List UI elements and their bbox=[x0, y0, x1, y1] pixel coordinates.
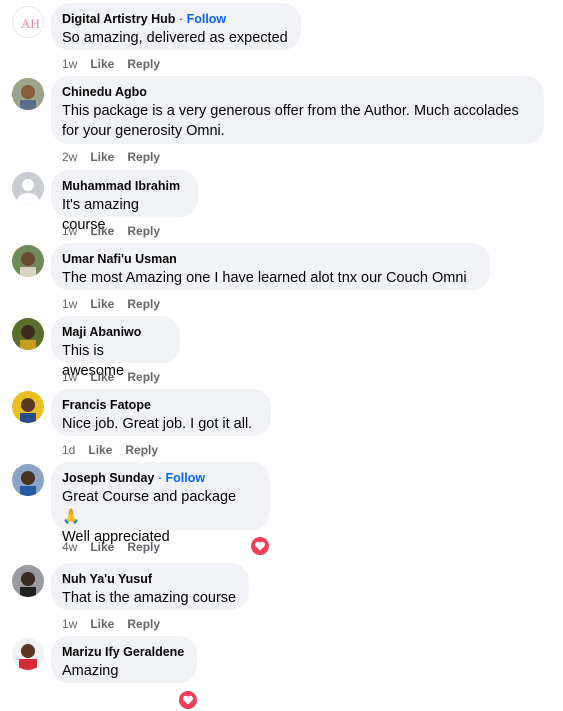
author-name[interactable]: Nuh Ya'u Yusuf bbox=[62, 572, 152, 586]
avatar[interactable] bbox=[12, 172, 44, 204]
profile-photo-icon bbox=[12, 638, 44, 670]
like-button[interactable]: Like bbox=[90, 150, 114, 164]
comment-text: That is the amazing course bbox=[62, 590, 237, 606]
profile-photo-icon bbox=[12, 391, 44, 423]
comment-bubble: Nuh Ya'u Yusuf That is the amazing cours… bbox=[51, 563, 249, 610]
heart-icon bbox=[183, 695, 193, 705]
author-name[interactable]: Muhammad Ibrahim bbox=[62, 179, 180, 193]
comment-bubble: Marizu Ify Geraldene Amazing bbox=[51, 636, 197, 683]
comment-bubble: Umar Nafi'u Usman The most Amazing one I… bbox=[51, 243, 490, 290]
author-name[interactable]: Umar Nafi'u Usman bbox=[62, 252, 177, 266]
timestamp[interactable]: 2w bbox=[62, 150, 77, 164]
reply-button[interactable]: Reply bbox=[127, 617, 160, 631]
comment-text: Great Course and package 🙏 bbox=[62, 489, 237, 525]
comment-bubble: Muhammad Ibrahim It's amazing course bbox=[51, 170, 198, 233]
reply-button[interactable]: Reply bbox=[127, 57, 160, 71]
comment-actions: 1w Like Reply bbox=[62, 223, 173, 239]
follow-button[interactable]: Follow bbox=[166, 471, 206, 485]
heart-reaction-icon[interactable] bbox=[177, 689, 199, 711]
follow-button[interactable]: Follow bbox=[187, 12, 227, 26]
comment-bubble: Digital Artistry Hub · Follow So amazing… bbox=[51, 3, 301, 50]
author-name[interactable]: Marizu Ify Geraldene bbox=[62, 645, 184, 659]
reply-button[interactable]: Reply bbox=[125, 443, 158, 457]
avatar[interactable] bbox=[12, 245, 44, 277]
default-avatar-icon bbox=[12, 172, 44, 204]
reply-button[interactable]: Reply bbox=[127, 540, 160, 554]
heart-icon bbox=[255, 541, 265, 551]
comment-text: This package is a very generous offer fr… bbox=[62, 103, 519, 119]
author-name[interactable]: Maji Abaniwo bbox=[62, 325, 141, 339]
author-name[interactable]: Chinedu Agbo bbox=[62, 85, 147, 99]
like-button[interactable]: Like bbox=[90, 370, 114, 384]
comment-bubble: Maji Abaniwo This is awesome bbox=[51, 316, 180, 379]
avatar[interactable]: AH bbox=[12, 6, 44, 38]
avatar[interactable] bbox=[12, 391, 44, 423]
comment-actions: 1w Like Reply bbox=[62, 296, 173, 312]
profile-photo-icon bbox=[12, 464, 44, 496]
profile-photo-icon bbox=[12, 318, 44, 350]
author-name[interactable]: Joseph Sunday bbox=[62, 471, 154, 485]
timestamp[interactable]: 1w bbox=[62, 57, 77, 71]
comment-text-line-2: for your generosity Omni. bbox=[62, 123, 225, 139]
reply-button[interactable]: Reply bbox=[127, 224, 160, 238]
timestamp[interactable]: 1w bbox=[62, 370, 77, 384]
like-button[interactable]: Like bbox=[90, 617, 114, 631]
svg-text:AH: AH bbox=[21, 16, 40, 31]
profile-photo-icon bbox=[12, 78, 44, 110]
brand-logo-icon: AH bbox=[21, 16, 40, 31]
avatar[interactable] bbox=[12, 318, 44, 350]
separator-dot: · bbox=[157, 471, 163, 485]
comment-bubble: Chinedu Agbo This package is a very gene… bbox=[51, 76, 544, 144]
separator-dot: · bbox=[178, 12, 184, 26]
avatar[interactable] bbox=[12, 565, 44, 597]
avatar[interactable] bbox=[12, 78, 44, 110]
reply-button[interactable]: Reply bbox=[127, 370, 160, 384]
like-button[interactable]: Like bbox=[90, 297, 114, 311]
comment-text: So amazing, delivered as expected bbox=[62, 30, 288, 46]
comment-actions: 1w Like Reply bbox=[62, 56, 173, 72]
comment-text: Amazing bbox=[62, 663, 119, 679]
comment-text: The most Amazing one I have learned alot… bbox=[62, 270, 467, 286]
author-name[interactable]: Francis Fatope bbox=[62, 398, 151, 412]
timestamp[interactable]: 1w bbox=[62, 297, 77, 311]
like-button[interactable]: Like bbox=[90, 224, 114, 238]
timestamp[interactable]: 4w bbox=[62, 540, 77, 554]
like-button[interactable]: Like bbox=[90, 540, 114, 554]
reply-button[interactable]: Reply bbox=[127, 150, 160, 164]
profile-photo-icon bbox=[12, 565, 44, 597]
timestamp[interactable]: 1w bbox=[62, 224, 77, 238]
timestamp[interactable]: 1w bbox=[62, 617, 77, 631]
comment-actions: 2w Like Reply bbox=[62, 149, 173, 165]
comment-actions: 4w Like Reply bbox=[62, 539, 173, 555]
comment-actions: 1w Like Reply bbox=[62, 369, 173, 385]
author-name[interactable]: Digital Artistry Hub bbox=[62, 12, 175, 26]
comment-actions: 1d Like Reply bbox=[62, 442, 171, 458]
avatar[interactable] bbox=[12, 638, 44, 670]
comment-text: Nice job. Great job. I got it all. bbox=[62, 416, 253, 432]
timestamp[interactable]: 1d bbox=[62, 443, 75, 457]
comment-bubble: Francis Fatope Nice job. Great job. I go… bbox=[51, 389, 271, 436]
heart-reaction-icon[interactable] bbox=[249, 535, 271, 557]
comment-actions: 1w Like Reply bbox=[62, 616, 173, 632]
reply-button[interactable]: Reply bbox=[127, 297, 160, 311]
avatar[interactable] bbox=[12, 464, 44, 496]
like-button[interactable]: Like bbox=[88, 443, 112, 457]
comment-bubble: Joseph Sunday · Follow Great Course and … bbox=[51, 462, 270, 545]
profile-photo-icon bbox=[12, 245, 44, 277]
like-button[interactable]: Like bbox=[90, 57, 114, 71]
